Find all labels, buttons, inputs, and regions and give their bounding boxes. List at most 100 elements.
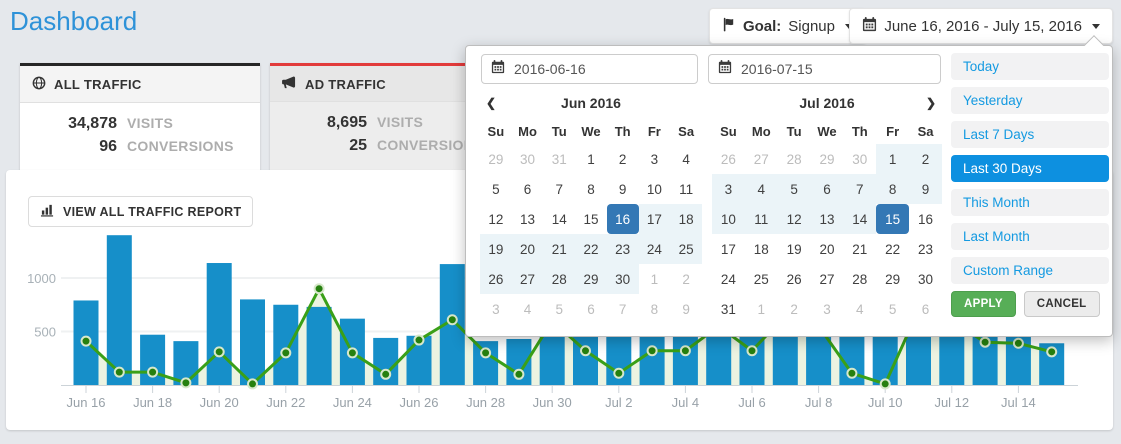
calendar-day[interactable]: 6 bbox=[512, 174, 544, 204]
calendar-day[interactable]: 4 bbox=[670, 144, 702, 174]
calendar-day[interactable]: 3 bbox=[811, 294, 844, 324]
calendar-day[interactable]: 16 bbox=[607, 204, 639, 234]
calendar-day[interactable]: 17 bbox=[639, 204, 671, 234]
calendar-day[interactable]: 14 bbox=[843, 204, 876, 234]
calendar-day[interactable]: 23 bbox=[909, 234, 942, 264]
calendar-day[interactable]: 20 bbox=[512, 234, 544, 264]
calendar-day[interactable]: 2 bbox=[778, 294, 811, 324]
calendar-day[interactable]: 28 bbox=[778, 144, 811, 174]
calendar-day[interactable]: 29 bbox=[575, 264, 607, 294]
calendar-day[interactable]: 2 bbox=[909, 144, 942, 174]
calendar-day[interactable]: 15 bbox=[575, 204, 607, 234]
calendar-day[interactable]: 21 bbox=[543, 234, 575, 264]
end-date-input[interactable] bbox=[739, 60, 931, 78]
calendar-day[interactable]: 25 bbox=[670, 234, 702, 264]
calendar-day[interactable]: 5 bbox=[876, 294, 909, 324]
calendar-day[interactable]: 19 bbox=[480, 234, 512, 264]
calendar-day[interactable]: 10 bbox=[712, 204, 745, 234]
calendar-day[interactable]: 11 bbox=[745, 204, 778, 234]
calendar-day[interactable]: 2 bbox=[607, 144, 639, 174]
calendar-day[interactable]: 24 bbox=[639, 234, 671, 264]
start-date-input[interactable] bbox=[512, 60, 688, 78]
calendar-day[interactable]: 9 bbox=[607, 174, 639, 204]
calendar-day[interactable]: 16 bbox=[909, 204, 942, 234]
calendar-day[interactable]: 20 bbox=[811, 234, 844, 264]
calendar-day[interactable]: 1 bbox=[575, 144, 607, 174]
calendar-day[interactable]: 4 bbox=[512, 294, 544, 324]
calendar-day[interactable]: 6 bbox=[811, 174, 844, 204]
view-all-traffic-report-button[interactable]: VIEW ALL TRAFFIC REPORT bbox=[28, 196, 253, 227]
calendar-day[interactable]: 28 bbox=[843, 264, 876, 294]
calendar-day[interactable]: 3 bbox=[639, 144, 671, 174]
preset-last-30-days[interactable]: Last 30 Days bbox=[951, 155, 1109, 182]
apply-button[interactable]: APPLY bbox=[951, 291, 1016, 317]
calendar-day[interactable]: 13 bbox=[811, 204, 844, 234]
calendar-day[interactable]: 9 bbox=[909, 174, 942, 204]
cancel-button[interactable]: CANCEL bbox=[1024, 291, 1100, 317]
calendar-day[interactable]: 1 bbox=[639, 264, 671, 294]
calendar-day[interactable]: 3 bbox=[480, 294, 512, 324]
calendar-day[interactable]: 31 bbox=[543, 144, 575, 174]
goal-dropdown-button[interactable]: Goal: Signup bbox=[709, 8, 866, 44]
calendar-day[interactable]: 1 bbox=[745, 294, 778, 324]
calendar-day[interactable]: 7 bbox=[843, 174, 876, 204]
calendar-day[interactable]: 9 bbox=[670, 294, 702, 324]
calendar-day[interactable]: 8 bbox=[639, 294, 671, 324]
calendar-day[interactable]: 29 bbox=[480, 144, 512, 174]
calendar-day[interactable]: 26 bbox=[778, 264, 811, 294]
calendar-day[interactable]: 7 bbox=[607, 294, 639, 324]
calendar-day[interactable]: 18 bbox=[745, 234, 778, 264]
calendar-day[interactable]: 6 bbox=[909, 294, 942, 324]
calendar-day[interactable]: 30 bbox=[909, 264, 942, 294]
calendar-day[interactable]: 29 bbox=[876, 264, 909, 294]
calendar-day[interactable]: 5 bbox=[543, 294, 575, 324]
calendar-day[interactable]: 3 bbox=[712, 174, 745, 204]
calendar-day[interactable]: 19 bbox=[778, 234, 811, 264]
calendar-prev-icon[interactable]: ❮ bbox=[486, 90, 496, 116]
calendar-day[interactable]: 8 bbox=[876, 174, 909, 204]
calendar-day[interactable]: 4 bbox=[745, 174, 778, 204]
calendar-day[interactable]: 4 bbox=[843, 294, 876, 324]
calendar-day[interactable]: 2 bbox=[670, 264, 702, 294]
all-traffic-card[interactable]: ALL TRAFFIC 34,878 VISITS 96 CONVERSIONS bbox=[20, 63, 260, 172]
preset-this-month[interactable]: This Month bbox=[951, 189, 1109, 216]
calendar-day[interactable]: 14 bbox=[543, 204, 575, 234]
calendar-day[interactable]: 30 bbox=[512, 144, 544, 174]
preset-last-7-days[interactable]: Last 7 Days bbox=[951, 121, 1109, 148]
calendar-day[interactable]: 15 bbox=[876, 204, 909, 234]
calendar-day[interactable]: 12 bbox=[480, 204, 512, 234]
calendar-day[interactable]: 8 bbox=[575, 174, 607, 204]
preset-today[interactable]: Today bbox=[951, 53, 1109, 80]
calendar-day[interactable]: 27 bbox=[745, 144, 778, 174]
calendar-day[interactable]: 30 bbox=[607, 264, 639, 294]
calendar-day[interactable]: 11 bbox=[670, 174, 702, 204]
calendar-day[interactable]: 5 bbox=[480, 174, 512, 204]
calendar-day[interactable]: 17 bbox=[712, 234, 745, 264]
calendar-day[interactable]: 25 bbox=[745, 264, 778, 294]
calendar-day[interactable]: 6 bbox=[575, 294, 607, 324]
calendar-day[interactable]: 13 bbox=[512, 204, 544, 234]
calendar-day[interactable]: 22 bbox=[575, 234, 607, 264]
calendar-day[interactable]: 28 bbox=[543, 264, 575, 294]
calendar-day[interactable]: 23 bbox=[607, 234, 639, 264]
calendar-day[interactable]: 7 bbox=[543, 174, 575, 204]
calendar-day[interactable]: 27 bbox=[512, 264, 544, 294]
preset-last-month[interactable]: Last Month bbox=[951, 223, 1109, 250]
preset-yesterday[interactable]: Yesterday bbox=[951, 87, 1109, 114]
calendar-day[interactable]: 30 bbox=[843, 144, 876, 174]
calendar-day[interactable]: 31 bbox=[712, 294, 745, 324]
calendar-day[interactable]: 21 bbox=[843, 234, 876, 264]
calendar-day[interactable]: 12 bbox=[778, 204, 811, 234]
calendar-day[interactable]: 10 bbox=[639, 174, 671, 204]
calendar-day[interactable]: 26 bbox=[480, 264, 512, 294]
calendar-day[interactable]: 1 bbox=[876, 144, 909, 174]
calendar-day[interactable]: 27 bbox=[811, 264, 844, 294]
preset-custom-range[interactable]: Custom Range bbox=[951, 257, 1109, 284]
calendar-next-icon[interactable]: ❯ bbox=[926, 90, 936, 116]
calendar-day[interactable]: 24 bbox=[712, 264, 745, 294]
date-range-button[interactable]: June 16, 2016 - July 15, 2016 bbox=[849, 8, 1113, 44]
calendar-day[interactable]: 26 bbox=[712, 144, 745, 174]
calendar-day[interactable]: 5 bbox=[778, 174, 811, 204]
calendar-day[interactable]: 18 bbox=[670, 204, 702, 234]
calendar-day[interactable]: 29 bbox=[811, 144, 844, 174]
